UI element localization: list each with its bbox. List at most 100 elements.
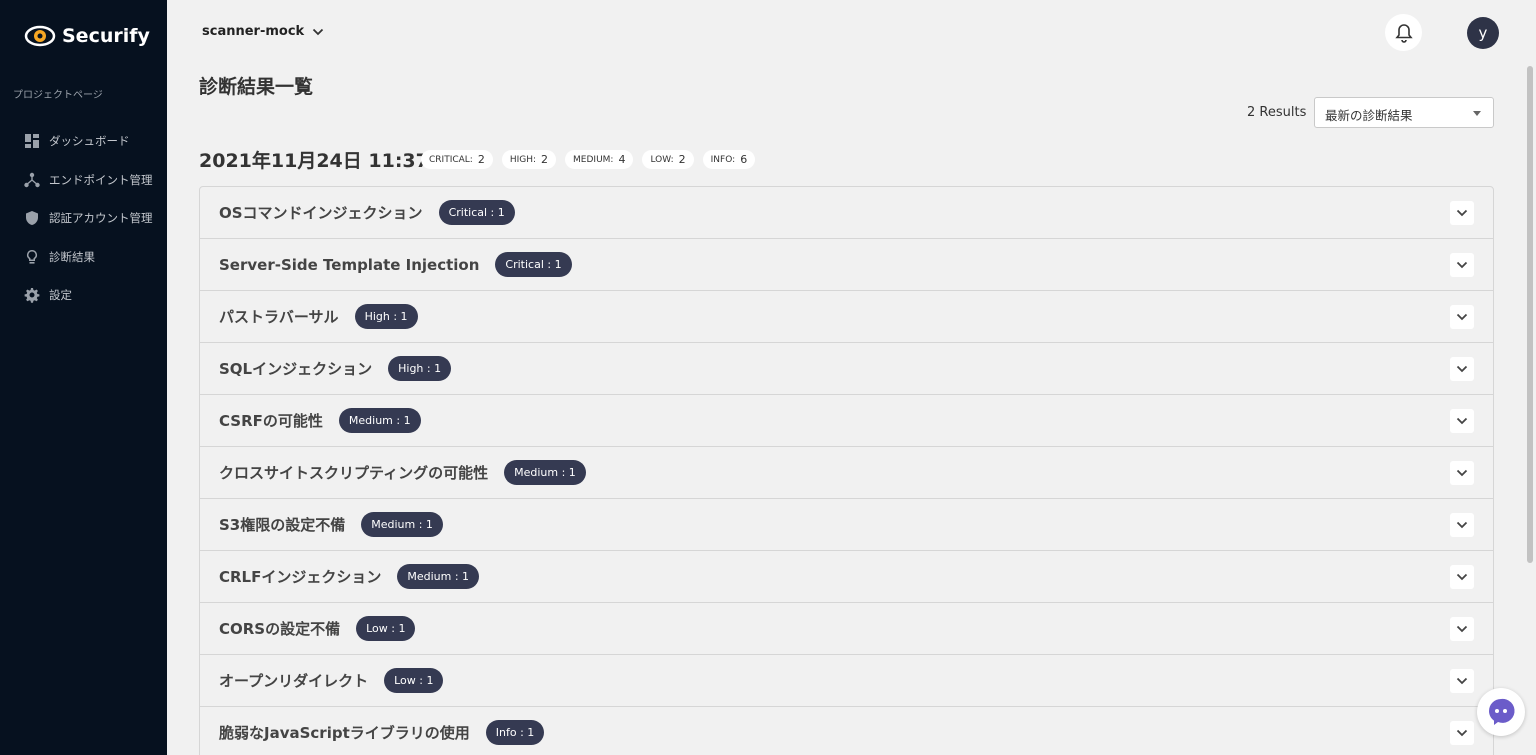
summary-chip-critical: CRITICAL: 2 [421, 150, 493, 169]
chip-label: HIGH: [509, 154, 537, 165]
sidebar-item-label: 認証アカウント管理 [49, 211, 153, 226]
finding-title: CORSの設定不備 [219, 620, 341, 638]
finding-title: S3権限の設定不備 [219, 516, 346, 534]
lightbulb-icon [24, 249, 40, 265]
chevron-down-icon [1456, 469, 1468, 477]
finding-title: CRLFインジェクション [219, 568, 382, 586]
chevron-down-icon [1456, 365, 1468, 373]
sidebar-nav: ダッシュボード エンドポイント管理 認証アカウント管理 診断結果 設定 [0, 122, 167, 315]
finding-title: クロスサイトスクリプティングの可能性 [219, 464, 489, 482]
chip-label: LOW: [650, 154, 674, 165]
severity-badge: Medium : 1 [338, 408, 421, 433]
chat-support-button[interactable] [1477, 688, 1525, 736]
expand-button[interactable] [1450, 565, 1474, 589]
sidebar-item-endpoints[interactable]: エンドポイント管理 [0, 161, 167, 200]
severity-badge: High : 1 [388, 356, 452, 381]
sidebar-item-label: 診断結果 [49, 249, 95, 264]
finding-row[interactable]: CORSの設定不備 Low : 1 [200, 603, 1493, 655]
chevron-down-icon [1456, 209, 1468, 217]
severity-summary: CRITICAL: 2 HIGH: 2 MEDIUM: 4 LOW: 2 INFO: 6 [421, 150, 756, 169]
chip-label: MEDIUM: [573, 154, 614, 165]
chip-count: 2 [541, 153, 549, 166]
finding-title: OSコマンドインジェクション [219, 204, 423, 222]
chip-label: INFO: [710, 154, 736, 165]
notification-button[interactable] [1385, 14, 1422, 51]
project-name: scanner-mock [202, 24, 305, 39]
finding-title: SQLインジェクション [219, 360, 373, 378]
sidebar-item-label: 設定 [49, 288, 72, 303]
eye-logo-icon [24, 25, 56, 47]
finding-title: CSRFの可能性 [219, 412, 323, 430]
caret-down-icon [1473, 111, 1481, 116]
scan-date: 2021年11月24日 11:37 [199, 150, 429, 172]
sidebar-item-auth-accounts[interactable]: 認証アカウント管理 [0, 199, 167, 238]
sidebar: Securify プロジェクトページ ダッシュボード エンドポイント管理 認証ア… [0, 0, 167, 755]
chat-bot-icon [1489, 698, 1515, 725]
expand-button[interactable] [1450, 305, 1474, 329]
finding-title: パストラバーサル [219, 308, 339, 326]
expand-button[interactable] [1450, 409, 1474, 433]
chip-count: 6 [740, 153, 748, 166]
finding-row[interactable]: CRLFインジェクション Medium : 1 [200, 551, 1493, 603]
severity-badge: Critical : 1 [495, 252, 572, 277]
results-count: 2 Results [1247, 105, 1307, 120]
sort-select-value: 最新の診断結果 [1325, 108, 1413, 123]
chip-count: 4 [618, 153, 626, 166]
finding-row[interactable]: 脆弱なJavaScriptライブラリの使用 Info : 1 [200, 707, 1493, 755]
finding-row[interactable]: S3権限の設定不備 Medium : 1 [200, 499, 1493, 551]
finding-row[interactable]: Server-Side Template Injection Critical :… [200, 239, 1493, 291]
severity-badge: Medium : 1 [504, 460, 586, 485]
chevron-down-icon [1456, 573, 1468, 581]
chevron-down-icon [1456, 313, 1468, 321]
summary-chip-low: LOW: 2 [642, 150, 694, 169]
finding-row[interactable]: オープンリダイレクト Low : 1 [200, 655, 1493, 707]
scrollbar[interactable] [1527, 66, 1533, 563]
chevron-down-icon [1456, 677, 1468, 685]
expand-button[interactable] [1450, 669, 1474, 693]
chip-count: 2 [477, 153, 485, 166]
expand-button[interactable] [1450, 461, 1474, 485]
shield-icon [24, 210, 40, 226]
endpoint-icon [24, 172, 40, 188]
chevron-down-icon [313, 28, 324, 35]
summary-chip-high: HIGH: 2 [501, 150, 557, 169]
expand-button[interactable] [1450, 617, 1474, 641]
severity-badge: Low : 1 [356, 616, 416, 641]
severity-badge: High : 1 [354, 304, 418, 329]
expand-button[interactable] [1450, 201, 1474, 225]
chevron-down-icon [1456, 521, 1468, 529]
sort-select[interactable]: 最新の診断結果 [1314, 97, 1494, 128]
brand-logo[interactable]: Securify [24, 22, 150, 50]
severity-badge: Medium : 1 [397, 564, 480, 589]
finding-title: オープンリダイレクト [219, 672, 369, 690]
summary-chip-info: INFO: 6 [702, 150, 756, 169]
severity-badge: Info : 1 [485, 720, 545, 745]
expand-button[interactable] [1450, 357, 1474, 381]
user-avatar[interactable]: y [1467, 17, 1499, 49]
severity-badge: Low : 1 [384, 668, 444, 693]
finding-row[interactable]: SQLインジェクション High : 1 [200, 343, 1493, 395]
main-content: scanner-mock y 診断結果一覧 2 Results 最新の診断結果 … [167, 0, 1536, 755]
finding-title: 脆弱なJavaScriptライブラリの使用 [219, 724, 470, 742]
finding-row[interactable]: パストラバーサル High : 1 [200, 291, 1493, 343]
bell-icon [1394, 23, 1413, 43]
expand-button[interactable] [1450, 721, 1474, 745]
sidebar-item-label: ダッシュボード [49, 134, 130, 149]
chevron-down-icon [1456, 729, 1468, 737]
summary-chip-medium: MEDIUM: 4 [565, 150, 634, 169]
sidebar-item-dashboard[interactable]: ダッシュボード [0, 122, 167, 161]
sidebar-item-settings[interactable]: 設定 [0, 276, 167, 315]
finding-row[interactable]: CSRFの可能性 Medium : 1 [200, 395, 1493, 447]
gear-icon [24, 287, 40, 304]
project-selector[interactable]: scanner-mock [202, 24, 324, 39]
sidebar-item-results[interactable]: 診断結果 [0, 238, 167, 277]
expand-button[interactable] [1450, 253, 1474, 277]
sidebar-item-label: エンドポイント管理 [49, 172, 153, 187]
brand-name: Securify [62, 25, 150, 47]
expand-button[interactable] [1450, 513, 1474, 537]
sidebar-section-label: プロジェクトページ [13, 90, 103, 101]
severity-badge: Medium : 1 [361, 512, 443, 537]
finding-row[interactable]: OSコマンドインジェクション Critical : 1 [200, 187, 1493, 239]
finding-row[interactable]: クロスサイトスクリプティングの可能性 Medium : 1 [200, 447, 1493, 499]
chevron-down-icon [1456, 417, 1468, 425]
